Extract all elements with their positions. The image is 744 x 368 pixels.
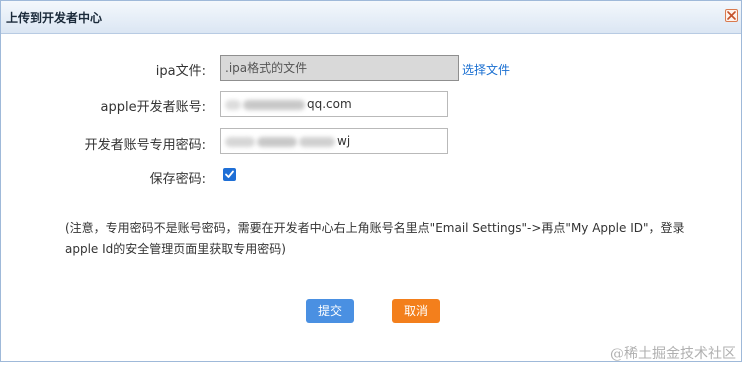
close-icon[interactable] xyxy=(725,9,738,22)
dialog-titlebar: 上传到开发者中心 xyxy=(1,1,741,34)
ipa-file-placeholder: .ipa格式的文件 xyxy=(225,61,308,75)
apple-id-label: apple开发者账号: xyxy=(100,100,206,115)
help-note: (注意，专用密码不是账号密码，需要在开发者中心右上角账号名里点"Email Se… xyxy=(65,221,685,256)
cancel-button[interactable]: 取消 xyxy=(392,299,440,323)
password-input[interactable]: wj xyxy=(220,128,448,154)
upload-dialog: 上传到开发者中心 ipa文件: .ipa格式的文件 选择文件 apple开发者账… xyxy=(0,0,742,362)
apple-id-input[interactable]: qq.com xyxy=(220,91,448,117)
submit-button[interactable]: 提交 xyxy=(306,299,354,323)
redacted-blur xyxy=(299,136,335,147)
select-file-link[interactable]: 选择文件 xyxy=(462,61,510,78)
password-label: 开发者账号专用密码: xyxy=(84,138,206,153)
save-password-label: 保存密码: xyxy=(149,172,206,187)
password-visible-text: wj xyxy=(337,134,351,148)
save-password-checkbox[interactable] xyxy=(223,168,236,181)
watermark-text: @稀土掘金技术社区 xyxy=(610,346,736,362)
ipa-file-label: ipa文件: xyxy=(155,64,206,79)
redacted-blur xyxy=(243,99,305,110)
apple-id-visible-text: qq.com xyxy=(307,97,352,111)
redacted-blur xyxy=(225,99,241,110)
redacted-blur xyxy=(257,136,297,147)
ipa-file-field: .ipa格式的文件 xyxy=(220,55,459,81)
dialog-title: 上传到开发者中心 xyxy=(6,11,103,25)
redacted-blur xyxy=(225,136,255,147)
